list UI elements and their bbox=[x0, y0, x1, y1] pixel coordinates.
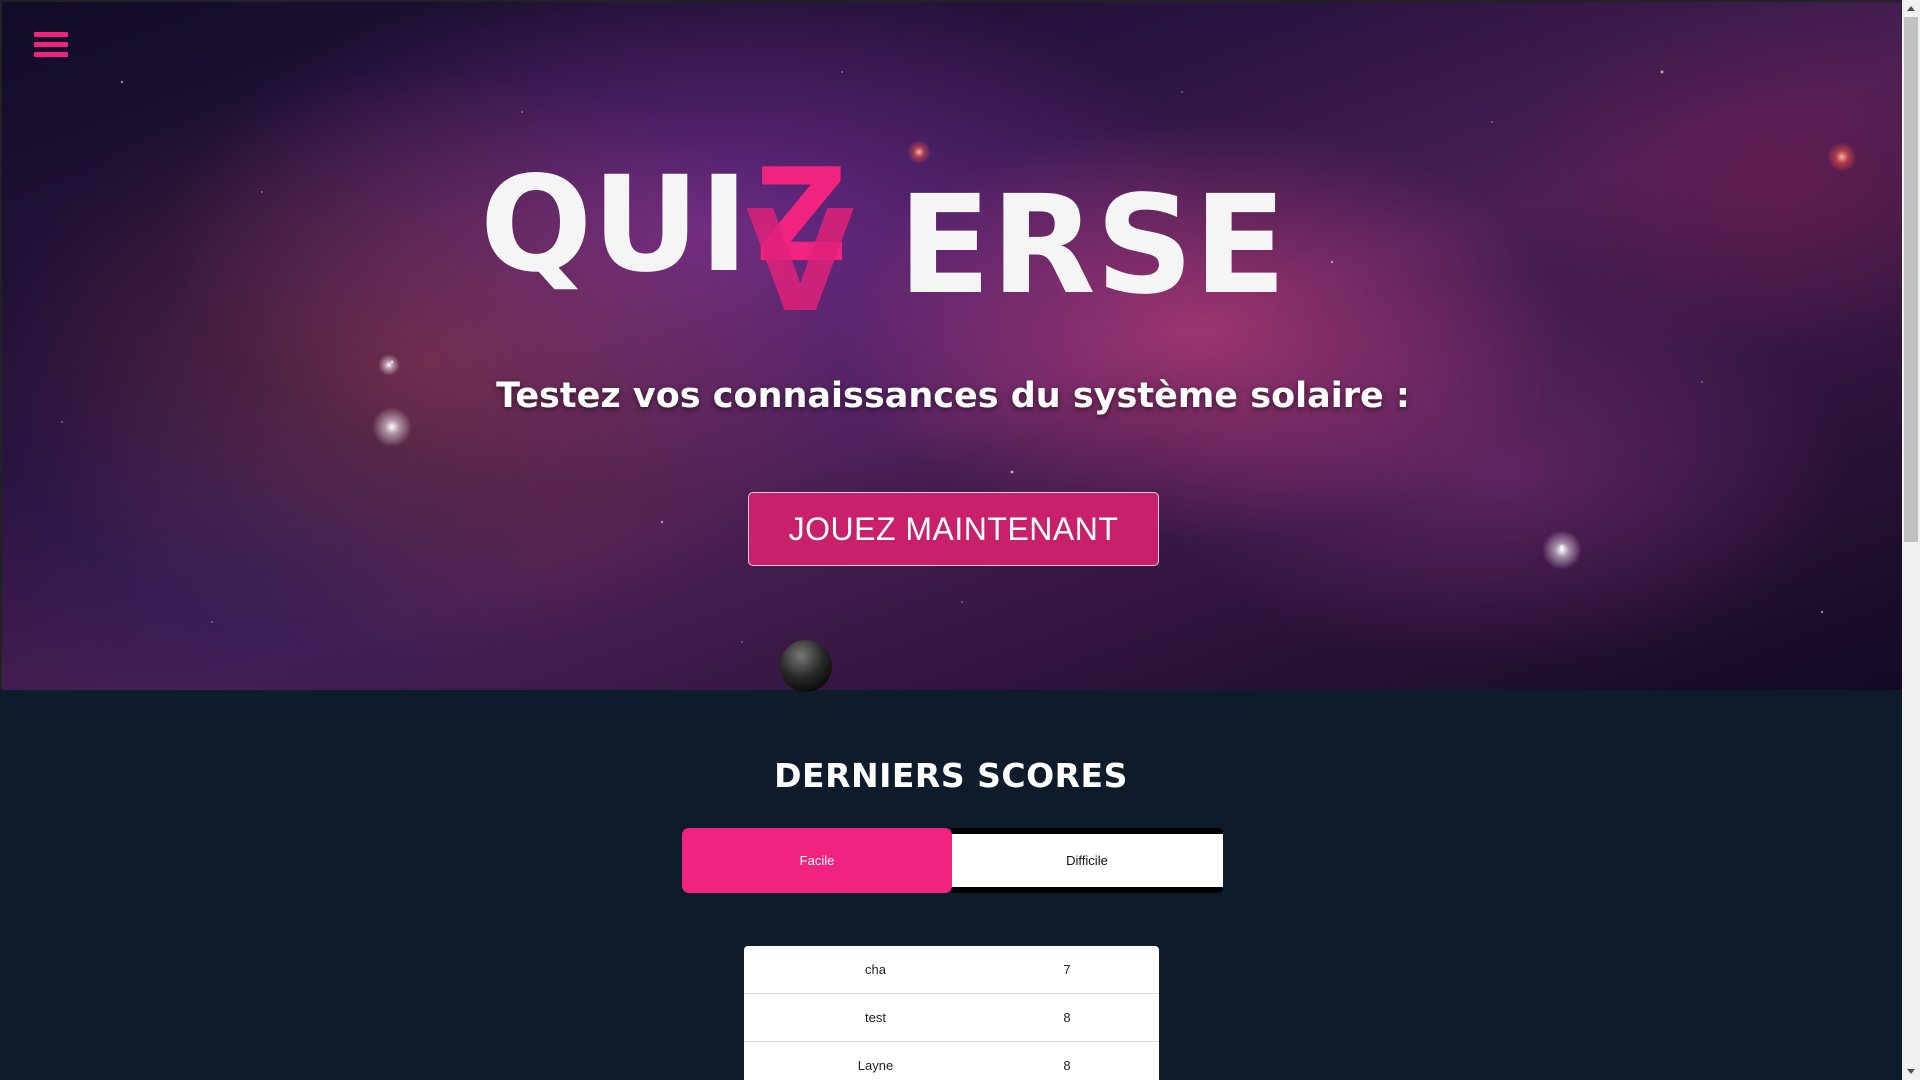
scroll-down-arrow-icon[interactable] bbox=[1902, 1063, 1920, 1080]
glowing-star bbox=[378, 354, 400, 376]
tab-hard[interactable]: Difficile bbox=[951, 828, 1223, 893]
glowing-star bbox=[1542, 530, 1582, 570]
scroll-up-arrow-icon[interactable] bbox=[1902, 0, 1920, 17]
scores-title: DERNIERS SCORES bbox=[774, 756, 1128, 795]
quizverse-logo: QUI Z V ERSE bbox=[480, 142, 1286, 317]
difficulty-tabs: Facile Difficile bbox=[682, 828, 1223, 893]
page: QUI Z V ERSE Testez vos connaissances du… bbox=[0, 0, 1902, 1080]
player-score: 7 bbox=[1063, 962, 1071, 977]
table-row: Layne 8 bbox=[744, 1042, 1159, 1080]
vertical-scrollbar[interactable] bbox=[1902, 0, 1920, 1080]
player-score: 8 bbox=[1063, 1058, 1071, 1073]
hamburger-menu-icon[interactable] bbox=[34, 32, 68, 62]
logo-text-qui: QUI bbox=[480, 148, 749, 302]
player-name: cha bbox=[865, 962, 886, 977]
table-row: test 8 bbox=[744, 994, 1159, 1042]
table-row: cha 7 bbox=[744, 946, 1159, 994]
scrollbar-thumb[interactable] bbox=[1904, 17, 1918, 542]
player-name: test bbox=[865, 1010, 886, 1025]
logo-text-erse: ERSE bbox=[898, 167, 1286, 317]
star-field bbox=[2, 2, 1902, 690]
hero-section: QUI Z V ERSE Testez vos connaissances du… bbox=[0, 0, 1902, 692]
scores-table: cha 7 test 8 Layne 8 bbox=[744, 946, 1159, 1080]
tab-easy[interactable]: Facile bbox=[682, 828, 952, 893]
red-star bbox=[1827, 142, 1857, 172]
player-score: 8 bbox=[1063, 1010, 1071, 1025]
player-name: Layne bbox=[857, 1058, 894, 1073]
logo-text-v: V bbox=[746, 181, 854, 317]
hero-subtitle: Testez vos connaissances du système sola… bbox=[496, 376, 1410, 416]
play-now-button[interactable]: JOUEZ MAINTENANT bbox=[748, 492, 1159, 566]
planet bbox=[780, 640, 832, 692]
